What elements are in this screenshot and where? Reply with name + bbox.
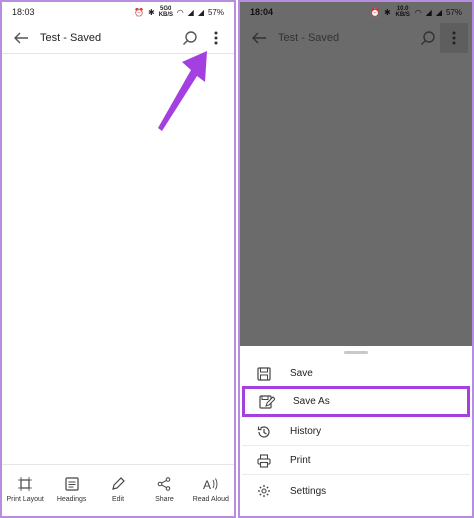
network-speed: 10.0 KB/S: [395, 6, 410, 18]
bluetooth-icon: ✱: [383, 7, 391, 17]
left-screenshot: 18:03 ⏰ ✱ 5G0 KB/S ◠ ◢ ◢ 57% Test - Save…: [0, 0, 236, 518]
more-vertical-icon: [214, 31, 218, 44]
more-options-button[interactable]: [440, 23, 468, 53]
print-layout-button[interactable]: Print Layout: [2, 465, 48, 514]
menu-item-print[interactable]: Print: [242, 447, 470, 475]
menu-item-label: Save: [290, 368, 313, 379]
signal-icon: ◢: [197, 7, 204, 17]
document-title: Test - Saved: [40, 31, 102, 44]
wifi-icon: ◠: [414, 7, 422, 17]
menu-item-save[interactable]: Save: [242, 360, 470, 388]
pencil-icon: [112, 476, 125, 490]
read-aloud-button[interactable]: A Read Aloud: [188, 465, 234, 514]
share-icon: [158, 476, 171, 491]
status-time: 18:04: [250, 7, 274, 17]
history-icon: [257, 425, 270, 438]
wifi-icon: ◠: [176, 7, 184, 17]
menu-item-save-as[interactable]: Save As: [242, 386, 470, 417]
menu-item-label: Settings: [290, 485, 327, 497]
back-arrow-icon: [14, 32, 28, 43]
status-bar: 18:04 ⏰ ✱ 10.0 KB/S ◠ ◢ ◢ 57%: [240, 2, 472, 22]
alarm-icon: ⏰: [134, 7, 144, 17]
search-icon: [421, 31, 435, 45]
menu-item-label: Save As: [293, 396, 330, 407]
more-vertical-icon: [452, 31, 456, 45]
share-button[interactable]: Share: [141, 465, 187, 514]
gear-icon: [258, 485, 270, 497]
back-button[interactable]: [6, 23, 36, 53]
search-icon: [183, 30, 197, 45]
edit-button[interactable]: Edit: [95, 465, 141, 514]
bottom-toolbar: Print Layout Headings Edit Share A Read …: [2, 464, 234, 514]
status-bar: 18:03 ⏰ ✱ 5G0 KB/S ◠ ◢ ◢ 57%: [2, 2, 234, 22]
tool-label: Print Layout: [6, 495, 44, 503]
tool-label: Edit: [111, 495, 125, 503]
pointer-arrow-icon: [158, 51, 207, 131]
menu-item-settings[interactable]: Settings: [242, 477, 470, 505]
signal-icon: ◢: [425, 7, 432, 17]
sheet-drag-handle[interactable]: [344, 351, 368, 354]
svg-text:A: A: [203, 478, 211, 491]
tool-label: Read Aloud: [192, 495, 229, 503]
right-screenshot: 18:04 ⏰ ✱ 10.0 KB/S ◠ ◢ ◢ 57% Test - Sav…: [238, 0, 474, 518]
battery-percent: 57%: [207, 7, 224, 17]
battery-percent: 57%: [445, 7, 462, 17]
signal-icon: ◢: [187, 7, 194, 17]
dimmed-overlay[interactable]: [240, 54, 472, 346]
read-aloud-icon: A: [203, 478, 218, 491]
bluetooth-icon: ✱: [147, 7, 155, 17]
alarm-icon: ⏰: [370, 7, 380, 17]
menu-item-label: History: [290, 426, 322, 437]
app-bar: Test - Saved: [240, 22, 472, 54]
tool-label: Share: [155, 495, 174, 503]
print-layout-icon: [18, 476, 33, 491]
headings-button[interactable]: Headings: [48, 465, 94, 514]
save-icon: [257, 366, 271, 381]
tool-label: Headings: [56, 495, 87, 503]
back-button[interactable]: [244, 23, 274, 53]
status-time: 18:03: [12, 7, 35, 17]
save-as-icon: [259, 394, 275, 409]
options-bottom-sheet: Save Save As History Print Settings: [240, 346, 472, 516]
network-speed: 5G0 KB/S: [158, 6, 174, 18]
headings-icon: [65, 476, 79, 491]
search-button[interactable]: [416, 23, 440, 53]
back-arrow-icon: [252, 32, 266, 44]
printer-icon: [257, 453, 271, 468]
menu-item-history[interactable]: History: [242, 418, 470, 446]
signal-icon: ◢: [435, 7, 442, 17]
document-title: Test - Saved: [278, 32, 340, 44]
menu-item-label: Print: [290, 455, 311, 466]
